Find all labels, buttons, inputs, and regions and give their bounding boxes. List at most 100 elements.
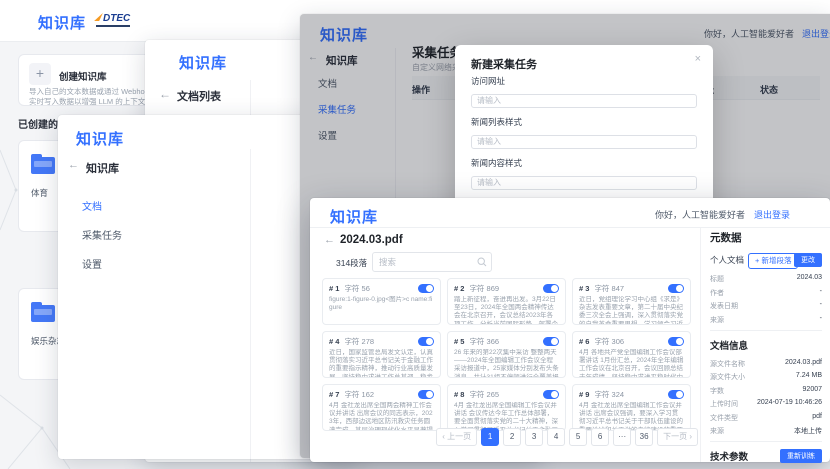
logout-link[interactable]: 退出登录	[754, 210, 790, 220]
paragraph-text: figure:1-figure-0.jpg<图片>c name:figure	[329, 296, 434, 312]
search-box	[372, 252, 492, 272]
paragraph-toggle-on[interactable]	[418, 337, 434, 346]
paragraph-toggle-on[interactable]	[668, 390, 684, 399]
paragraph-card[interactable]: # 4 字符 278 近日，国家监管总局发文认定，认真贯彻落实习近平总书记关于金…	[322, 331, 441, 378]
pagination-page[interactable]: 1	[481, 428, 499, 446]
kb-card-name: 体育	[31, 187, 48, 199]
paragraph-card[interactable]: # 1 字符 56 figure:1-figure-0.jpg<图片>c nam…	[322, 278, 441, 325]
field-label: 新闻列表样式	[471, 116, 697, 128]
paragraph-char-count: 字符 366	[469, 336, 543, 347]
search-input[interactable]	[372, 252, 492, 272]
change-button[interactable]: 更改	[794, 253, 822, 267]
paragraph-card[interactable]: # 8 字符 265 4月 金社龙出席全国编辑工作会议并讲话 会议传达今年工作总…	[447, 384, 566, 431]
paragraph-toggle-on[interactable]	[543, 390, 559, 399]
form-field: 新闻内容样式	[471, 157, 697, 190]
metadata-row: 来源本地上传	[710, 426, 822, 436]
plus-icon: +	[29, 63, 51, 85]
field-input[interactable]	[471, 94, 697, 108]
window-title: 知识库	[179, 52, 227, 73]
paragraph-text: 近日，国家监管总局发文认定，认真贯彻落实习近平总书记关于金融工作的重要指示精神，…	[329, 349, 434, 378]
paragraph-char-count: 字符 162	[344, 389, 418, 400]
background-app-title: 知识库	[38, 12, 86, 33]
folder-icon	[31, 157, 55, 174]
paragraph-char-count: 字符 324	[594, 389, 668, 400]
pagination-page[interactable]: ···	[613, 428, 631, 446]
pagination-page[interactable]: 5	[569, 428, 587, 446]
paragraph-text: 4月 金社龙出席全国两会精神工作会议并讲话 出席会议的同志表示，2023年，西部…	[329, 402, 434, 431]
pagination-prev[interactable]: ‹ 上一页	[436, 428, 477, 446]
window-title: 知识库	[76, 128, 124, 149]
doc-info-title: 文档信息	[710, 338, 822, 352]
field-label: 访问网址	[471, 75, 697, 87]
metadata-row: 源文件大小7.24 MB	[710, 372, 822, 382]
pagination-next[interactable]: 下一页 ›	[657, 428, 698, 446]
pagination-page[interactable]: 2	[503, 428, 521, 446]
pagination-page[interactable]: 6	[591, 428, 609, 446]
kb-detail-back-label: 知识库	[86, 160, 119, 176]
retrain-button[interactable]: 重新训练	[780, 449, 822, 463]
back-arrow-icon[interactable]: ←	[68, 159, 79, 171]
paragraph-card[interactable]: # 5 字符 366 26 年来的第22次集中采访 整整两天——2024年全国编…	[447, 331, 566, 378]
pagination-page[interactable]: 3	[525, 428, 543, 446]
metadata-row: 源文件名称2024.03.pdf	[710, 359, 822, 369]
paragraph-toggle-on[interactable]	[668, 337, 684, 346]
paragraph-toggle-on[interactable]	[668, 284, 684, 293]
paragraph-number: # 6	[579, 337, 589, 346]
paragraph-text: 4月 金社龙出席全国编辑工作会议并讲话 出席会议强调，要深入学习贯彻习近平总书记…	[579, 402, 684, 431]
sidebar-menu-item[interactable]: 采集任务	[58, 220, 250, 249]
paragraph-count: 314段落	[336, 257, 367, 269]
pagination-page[interactable]: 36	[635, 428, 653, 446]
field-input[interactable]	[471, 135, 697, 149]
create-kb-label: 创建知识库	[59, 69, 107, 83]
paragraph-number: # 3	[579, 284, 589, 293]
paragraph-char-count: 字符 306	[594, 336, 668, 347]
paragraph-number: # 2	[454, 284, 464, 293]
back-arrow-icon[interactable]: ←	[159, 87, 171, 101]
paragraph-toggle-on[interactable]	[543, 284, 559, 293]
paragraph-text: 26 年来的第22次集中采访 整整两天——2024年全国编辑工作会议全程采访报道…	[454, 349, 559, 378]
close-icon[interactable]: ×	[695, 53, 701, 65]
paragraph-card[interactable]: # 7 字符 162 4月 金社龙出席全国两会精神工作会议并讲话 出席会议的同志…	[322, 384, 441, 431]
doc-type-label: 个人文档	[710, 254, 744, 266]
metadata-row: 来源-	[710, 315, 822, 325]
paragraph-number: # 7	[329, 390, 339, 399]
paragraph-toggle-on[interactable]	[543, 337, 559, 346]
paragraph-toggle-on[interactable]	[418, 284, 434, 293]
back-arrow-icon[interactable]: ←	[324, 234, 335, 246]
paragraph-number: # 9	[579, 390, 589, 399]
metadata-row: 发表日期-	[710, 301, 822, 311]
paragraph-card-grid: # 1 字符 56 figure:1-figure-0.jpg<图片>c nam…	[322, 278, 691, 431]
metadata-row: 文件类型pdf	[710, 413, 822, 423]
window-document-detail: 知识库 你好，人工智能爱好者退出登录 ← 2024.03.pdf 314段落 +…	[310, 198, 830, 462]
greeting-text: 你好，人工智能爱好者	[655, 210, 745, 220]
sidebar-menu-item[interactable]: 设置	[58, 249, 250, 278]
modal-title: 新建采集任务	[471, 56, 537, 72]
paragraph-toggle-on[interactable]	[418, 390, 434, 399]
metadata-row: 字数92007	[710, 386, 822, 396]
paragraph-card[interactable]: # 2 字符 869 踏上新征程，奋进再出发。3月22日至23日，2024年全国…	[447, 278, 566, 325]
doc-list-back-label: 文档列表	[177, 88, 221, 104]
paragraph-text: 4月 各地共产党全国编辑工作会议部署讲话 1月份汇总，2024年全年编辑工作会议…	[579, 349, 684, 378]
pagination-page[interactable]: 4	[547, 428, 565, 446]
paragraph-char-count: 字符 847	[594, 283, 668, 294]
paragraph-char-count: 字符 869	[469, 283, 543, 294]
paragraph-text: 4月 金社龙出席全国编辑工作会议并讲话 会议传达今年工作总体部署，要全面贯彻落实…	[454, 402, 559, 431]
paragraph-card[interactable]: # 3 字符 847 近日，党组理论学习中心组《求是》杂志发表重要文章，第二十届…	[572, 278, 691, 325]
field-label: 新闻内容样式	[471, 157, 697, 169]
pagination: ‹ 上一页 123456···36 下一页 ›	[436, 428, 698, 446]
logo-arrow-icon	[94, 13, 103, 21]
paragraph-card[interactable]: # 9 字符 324 4月 金社龙出席全国编辑工作会议并讲话 出席会议强调，要深…	[572, 384, 691, 431]
sidebar-menu-item[interactable]: 文档	[58, 191, 250, 220]
document-title: 2024.03.pdf	[340, 234, 403, 246]
window-title: 知识库	[330, 206, 378, 227]
sidebar-menu: 文档 采集任务 设置	[58, 191, 250, 278]
paragraph-card[interactable]: # 6 字符 306 4月 各地共产党全国编辑工作会议部署讲话 1月份汇总，20…	[572, 331, 691, 378]
tech-params-title: 技术参数	[710, 449, 748, 463]
metadata-title: 元数据	[710, 230, 822, 245]
form-field: 访问网址	[471, 75, 697, 108]
screenshot-stage: 知识库 DTEC 你好，人工智能爱好者退出登录 + 创建知识库 导入自己的文本数…	[0, 0, 830, 469]
field-input[interactable]	[471, 176, 697, 190]
form-field: 新闻列表样式	[471, 116, 697, 149]
create-kb-card[interactable]: + 创建知识库 导入自己的文本数据或通过 Webhook 实时写入数据以增强 L…	[18, 54, 158, 106]
paragraph-char-count: 字符 278	[344, 336, 418, 347]
